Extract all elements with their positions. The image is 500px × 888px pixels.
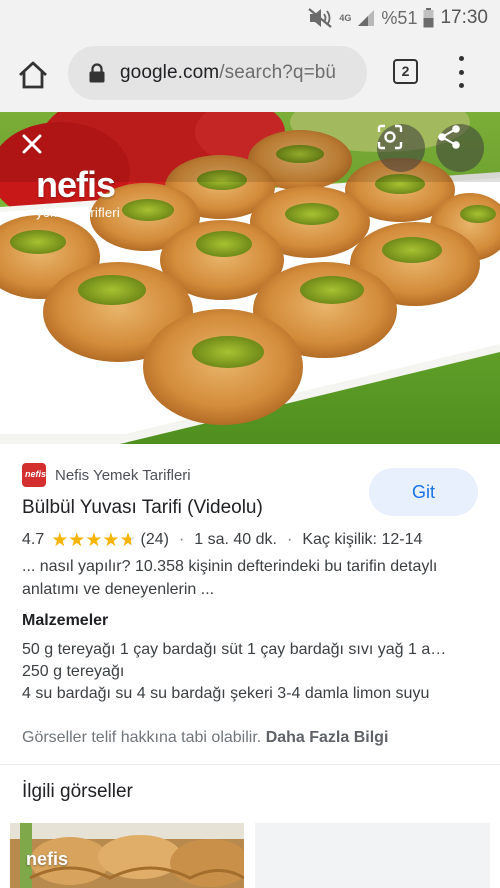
close-icon xyxy=(22,134,42,154)
lock-icon xyxy=(89,63,105,83)
home-button[interactable] xyxy=(16,58,50,92)
star-icon: ★ xyxy=(68,529,86,551)
star-icon: ★ xyxy=(119,529,137,551)
share-icon xyxy=(438,125,460,149)
result-snippet: ... nasıl yapılır? 10.358 kişinin defter… xyxy=(22,558,438,598)
result-image[interactable]: nefis yemek tarifleri xyxy=(0,112,500,444)
watermark-name: nefis xyxy=(36,164,116,205)
copyright-text: Görseller telif hakkına tabi olabilir. xyxy=(22,729,262,746)
tab-count: 2 xyxy=(401,63,410,79)
separator: · xyxy=(286,531,293,548)
separator: · xyxy=(178,531,185,548)
tabs-icon[interactable]: 2 xyxy=(393,59,418,84)
url-path: /search?q=bü xyxy=(219,62,337,83)
status-icons: 4G %51 17:30 xyxy=(307,6,488,30)
visit-button[interactable]: Git xyxy=(369,468,478,516)
rating-value: 4.7 xyxy=(22,531,45,548)
status-bar: 4G %51 17:30 xyxy=(0,0,500,36)
browser-toolbar: google.com/search?q=bü 2 xyxy=(0,36,500,112)
star-icon: ★ xyxy=(85,529,103,551)
clock: 17:30 xyxy=(440,7,488,28)
battery-percent: %51 xyxy=(381,7,418,28)
divider xyxy=(0,764,500,765)
ingredients-list: 50 g tereyağı 1 çay bardağı süt 1 çay ba… xyxy=(22,639,478,705)
image-watermark: nefis yemek tarifleri xyxy=(36,167,120,221)
related-image-thumb[interactable] xyxy=(255,823,490,888)
favicon-text: nefis xyxy=(25,469,46,479)
lens-icon xyxy=(377,124,403,150)
source-row[interactable]: nefis Nefis Yemek Tarifleri xyxy=(22,462,191,488)
duration: 1 sa. 40 dk. xyxy=(194,531,277,548)
baklava-photo xyxy=(0,112,500,444)
battery-icon xyxy=(423,8,434,28)
copyright-notice: Görseller telif hakkına tabi olabilir. D… xyxy=(22,729,388,747)
signal-icon xyxy=(358,10,375,26)
source-name: Nefis Yemek Tarifleri xyxy=(55,466,191,484)
review-count: (24) xyxy=(140,531,169,548)
related-images-title: İlgili görseller xyxy=(22,781,133,802)
url-bar[interactable]: google.com/search?q=bü xyxy=(68,46,367,100)
star-icon: ★ xyxy=(51,529,69,551)
home-icon xyxy=(19,61,47,89)
result-title[interactable]: Bülbül Yuvası Tarifi (Videolu) xyxy=(22,497,263,519)
star-icon: ★ xyxy=(102,529,120,551)
url-text: google.com/search?q=bü xyxy=(120,62,336,84)
ingredients-heading: Malzemeler xyxy=(22,612,109,629)
lens-button[interactable] xyxy=(377,124,425,172)
servings: Kaç kişilik: 12-14 xyxy=(302,531,423,548)
ingredient-line: 4 su bardağı su 4 su bardağı şekeri 3-4 … xyxy=(22,685,430,702)
result-meta: 4.7 ★ ★ ★ ★ ★ (24) · 1 sa. 40 dk. · Kaç … xyxy=(22,529,422,551)
related-image-thumb[interactable]: nefis xyxy=(10,823,244,888)
more-info-link[interactable]: Daha Fazla Bilgi xyxy=(266,729,389,746)
rating-stars: ★ ★ ★ ★ ★ xyxy=(51,531,136,550)
share-button[interactable] xyxy=(436,124,484,172)
ingredient-line: 50 g tereyağı 1 çay bardağı süt 1 çay ba… xyxy=(22,641,447,658)
close-button[interactable] xyxy=(14,126,50,162)
more-menu-icon[interactable] xyxy=(449,56,473,88)
watermark-sub: yemek tarifleri xyxy=(36,205,120,220)
thumb-watermark: nefis xyxy=(26,849,69,869)
ingredient-line: 250 g tereyağı xyxy=(22,663,125,680)
site-favicon: nefis xyxy=(22,463,46,487)
network-type: 4G xyxy=(339,12,352,23)
mute-icon xyxy=(308,8,333,28)
url-domain: google.com xyxy=(120,62,220,83)
